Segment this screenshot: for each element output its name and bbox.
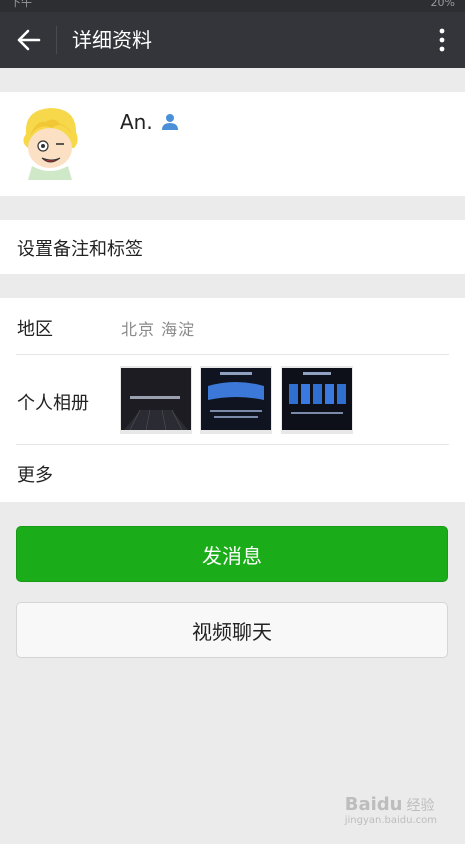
more-label: 更多 [17,465,53,486]
region-label: 地区 [17,319,53,340]
page-title: 详细资料 [72,28,152,52]
top-bar: 详细资料 [0,12,465,68]
person-icon [162,114,178,130]
info-card: 地区 北京 海淀 个人相册 更多 [0,298,465,502]
send-message-button[interactable]: 发消息 [16,526,448,582]
status-battery: 20% [430,0,455,9]
watermark-url: jingyan.baidu.com [344,815,437,826]
more-row[interactable]: 更多 [0,444,465,502]
avatar[interactable] [16,102,84,180]
remark-row[interactable]: 设置备注和标签 [0,220,465,274]
album-label: 个人相册 [17,393,89,414]
header-divider [56,26,57,54]
video-chat-button[interactable]: 视频聊天 [16,602,448,658]
more-vertical-icon [439,28,445,52]
album-thumbnail-3[interactable] [281,366,353,434]
watermark-brand: Baidu [344,794,403,815]
more-options-button[interactable] [437,26,447,54]
send-message-label: 发消息 [202,543,262,568]
status-time: 下午 [10,0,32,9]
back-button[interactable] [14,26,44,54]
remark-label: 设置备注和标签 [17,239,143,260]
profile-card: An. [0,92,465,196]
album-thumbnail-2[interactable] [200,366,272,434]
avatar-image [16,102,84,180]
user-icon [160,112,180,132]
status-bar: 下午 20% [0,0,465,12]
watermark-text: 经验 [406,798,435,814]
arrow-left-icon [17,29,41,51]
album-thumbnail-1[interactable] [120,366,192,434]
region-row: 地区 北京 海淀 [0,298,465,354]
video-chat-label: 视频聊天 [192,619,272,644]
nickname: An. [120,110,153,134]
watermark: Baidu 经验 jingyan.baidu.com [345,794,437,826]
region-value: 北京 海淀 [121,320,196,339]
